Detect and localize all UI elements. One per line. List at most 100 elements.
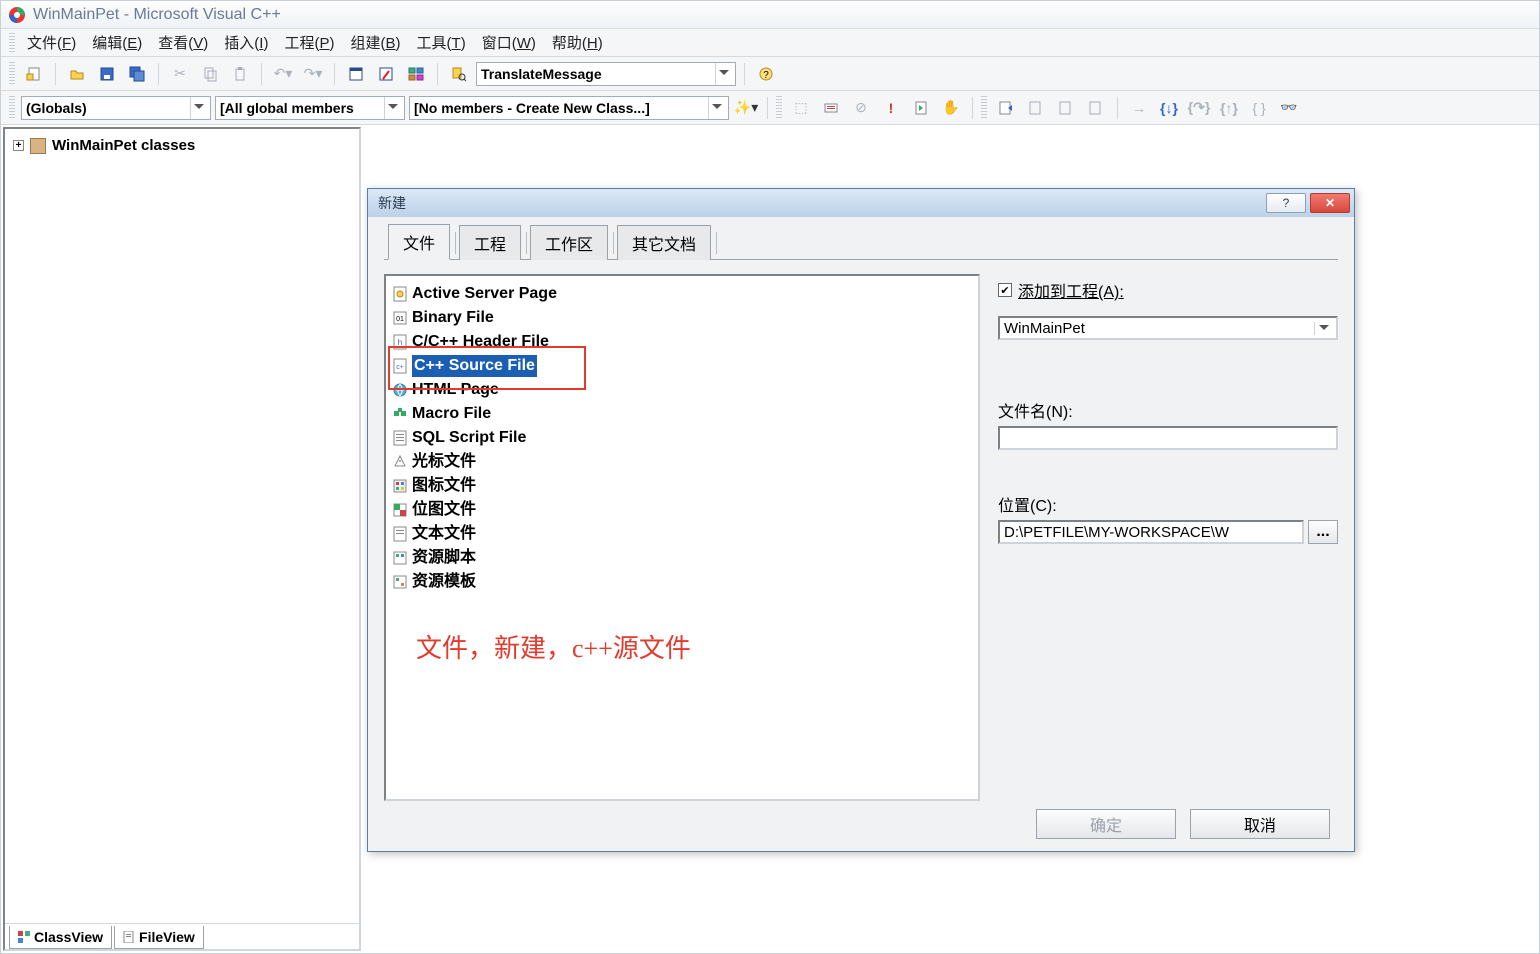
go-button[interactable] [908, 95, 934, 121]
apply-changes-button[interactable] [1083, 95, 1109, 121]
cancel-button[interactable]: 取消 [1190, 809, 1330, 839]
file-type-item[interactable]: 文本文件 [390, 522, 974, 546]
project-combo[interactable]: WinMainPet [998, 316, 1338, 340]
quick-watch-button[interactable]: 👓 [1276, 95, 1302, 121]
stop-debug-button[interactable] [1023, 95, 1049, 121]
tab-fileview[interactable]: FileView [114, 926, 204, 949]
filename-label: 文件名(N): [998, 398, 1338, 422]
search-help-button[interactable]: ? [753, 61, 779, 87]
tab-projects[interactable]: 工程 [459, 225, 521, 260]
file-type-item[interactable]: Macro File [390, 402, 974, 426]
tab-separator [716, 232, 717, 254]
file-type-item[interactable]: 资源模板 [390, 570, 974, 594]
tab-other-docs[interactable]: 其它文档 [617, 225, 711, 260]
toolbar-grip-icon [981, 96, 987, 120]
file-type-item[interactable]: 图标文件 [390, 474, 974, 498]
menu-window[interactable]: 窗口(W) [476, 30, 542, 55]
new-file-button[interactable] [21, 61, 47, 87]
expand-icon[interactable]: + [13, 140, 24, 151]
tab-fileview-label: FileView [139, 929, 195, 945]
menu-edit[interactable]: 编辑(E) [86, 30, 148, 55]
dialog-help-button[interactable]: ? [1266, 193, 1306, 213]
menubar-grip-icon [9, 33, 15, 53]
step-out-button[interactable]: {↑} [1216, 95, 1242, 121]
break-button[interactable] [1053, 95, 1079, 121]
file-type-label: 资源脚本 [412, 547, 476, 569]
file-type-item[interactable]: SQL Script File [390, 426, 974, 450]
browse-button[interactable]: ... [1308, 520, 1338, 544]
tab-classview[interactable]: ClassView [9, 926, 112, 949]
workspace-button[interactable] [343, 61, 369, 87]
output-window-button[interactable] [373, 61, 399, 87]
stop-build-button[interactable]: ⊘ [848, 95, 874, 121]
undo-button[interactable]: ↶▾ [270, 61, 296, 87]
toolbar-grip-icon [9, 62, 15, 86]
tab-classview-label: ClassView [34, 929, 103, 945]
compile-button[interactable]: ⬚ [788, 95, 814, 121]
filter-combo[interactable]: [All global members [215, 96, 405, 120]
add-to-project-checkbox[interactable]: ✔ [998, 283, 1012, 297]
toolbar-separator [767, 97, 768, 119]
svg-text:?: ? [763, 70, 769, 81]
show-next-statement-button[interactable]: → [1126, 95, 1152, 121]
step-over-button[interactable]: {↷} [1186, 95, 1212, 121]
file-type-icon [392, 406, 408, 422]
tab-files[interactable]: 文件 [388, 224, 450, 260]
save-all-button[interactable] [124, 61, 150, 87]
copy-button[interactable] [197, 61, 223, 87]
execute-button[interactable]: ! [878, 95, 904, 121]
run-to-cursor-button[interactable]: { } [1246, 95, 1272, 121]
file-type-item[interactable]: 资源脚本 [390, 546, 974, 570]
scope-combo[interactable]: (Globals) [21, 96, 211, 120]
chevron-down-icon[interactable] [384, 97, 400, 119]
dialog-close-button[interactable]: ✕ [1310, 193, 1350, 213]
save-button[interactable] [94, 61, 120, 87]
menu-insert[interactable]: 插入(I) [218, 30, 274, 55]
find-combo[interactable]: TranslateMessage [476, 62, 736, 86]
file-type-item[interactable]: 位图文件 [390, 498, 974, 522]
window-list-button[interactable] [403, 61, 429, 87]
file-type-icon [392, 430, 408, 446]
class-tree[interactable]: + WinMainPet classes [5, 129, 359, 923]
title-bar: WinMainPet - Microsoft Visual C++ [1, 1, 1539, 29]
menu-build[interactable]: 组建(B) [344, 30, 406, 55]
file-type-item[interactable]: 01Binary File [390, 306, 974, 330]
location-label: 位置(C): [998, 492, 1338, 516]
menu-help[interactable]: 帮助(H) [546, 30, 609, 55]
chevron-down-icon[interactable] [1314, 322, 1332, 335]
paste-button[interactable] [227, 61, 253, 87]
open-button[interactable] [64, 61, 90, 87]
cut-button[interactable]: ✂ [167, 61, 193, 87]
file-type-list[interactable]: Active Server Page01Binary FilehC/C++ He… [384, 274, 980, 801]
dialog-titlebar[interactable]: 新建 ? ✕ [368, 189, 1354, 217]
chevron-down-icon[interactable] [715, 63, 731, 85]
file-type-item[interactable]: Active Server Page [390, 282, 974, 306]
insert-breakpoint-button[interactable]: ✋ [938, 95, 964, 121]
workspace-pane: + WinMainPet classes ClassView FileView [3, 127, 361, 951]
location-input[interactable]: D:\PETFILE\MY-WORKSPACE\W [998, 520, 1304, 544]
menu-tools[interactable]: 工具(T) [411, 30, 472, 55]
chevron-down-icon[interactable] [190, 97, 206, 119]
ok-button[interactable]: 确定 [1036, 809, 1176, 839]
tab-workspaces[interactable]: 工作区 [530, 225, 608, 260]
file-type-label: Macro File [412, 403, 491, 425]
file-type-icon [392, 286, 408, 302]
wizard-action-button[interactable]: ✨▾ [733, 95, 759, 121]
tree-root-item[interactable]: + WinMainPet classes [13, 137, 351, 154]
project-value: WinMainPet [1004, 320, 1314, 337]
step-into-button[interactable]: {↓} [1156, 95, 1182, 121]
menu-view[interactable]: 查看(V) [152, 30, 214, 55]
file-type-item[interactable]: 光标文件 [390, 450, 974, 474]
menu-file[interactable]: 文件(F) [21, 30, 82, 55]
toolbar-grip-icon [776, 96, 782, 120]
restart-debug-button[interactable] [993, 95, 1019, 121]
toolbar-separator [1117, 97, 1118, 119]
file-type-label: 图标文件 [412, 475, 476, 497]
build-button[interactable] [818, 95, 844, 121]
filename-input[interactable] [998, 426, 1338, 450]
find-in-files-button[interactable] [446, 61, 472, 87]
members-combo[interactable]: [No members - Create New Class...] [409, 96, 729, 120]
redo-button[interactable]: ↷▾ [300, 61, 326, 87]
menu-project[interactable]: 工程(P) [278, 30, 340, 55]
chevron-down-icon[interactable] [708, 97, 724, 119]
